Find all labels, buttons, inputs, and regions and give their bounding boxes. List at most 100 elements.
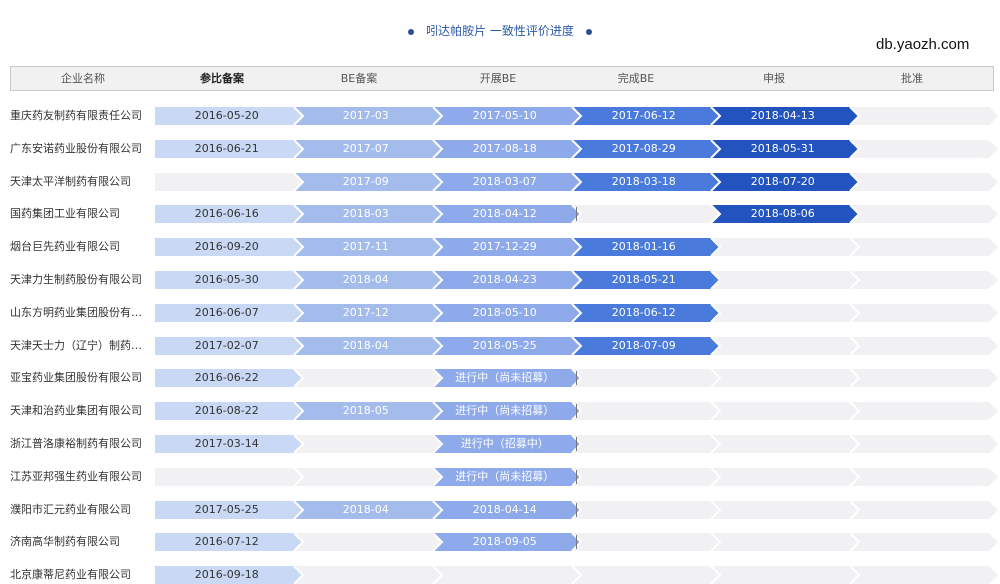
stage-arrow-shape [850, 533, 998, 552]
stage-arrow-shape [850, 303, 998, 322]
stage-segment: 2018-05 [293, 401, 442, 421]
header-cell: 开展BE [479, 72, 517, 85]
stage-segment [849, 532, 998, 553]
stage-date-label: 进行中（尚未招募） [455, 469, 555, 483]
stage-segment [571, 204, 720, 225]
stage-date-label: 2018-04 [342, 338, 389, 352]
stage-arrow-shape [850, 467, 998, 486]
stage-arrow [710, 401, 859, 421]
stage-date-label: 2017-09 [342, 174, 389, 188]
stage-arrow-shape [572, 533, 720, 552]
stage-segment: 2017-08-29 [571, 139, 720, 159]
stage-segment [571, 532, 720, 553]
company-name: 山东方明药业集团股份有… [10, 305, 142, 319]
stage-segment [571, 467, 720, 487]
stage-arrow [849, 335, 998, 356]
table-row: 天津天士力（辽宁）制药… 2017-02-07 2018-04 2018-05-25 2… [0, 335, 1000, 356]
stage-arrow [849, 434, 998, 454]
stage-segment [849, 106, 998, 126]
stage-arrow-shape [850, 238, 998, 257]
stage-segment: 2018-07-09 [571, 335, 720, 356]
stage-arrow [849, 270, 998, 290]
stage-arrow-shape [294, 533, 442, 552]
stage-arrow [155, 172, 303, 191]
company-name: 重庆药友制药有限责任公司 [10, 109, 142, 122]
stage-segment: 2018-04 [293, 499, 442, 520]
table-row: 烟台巨先药业有限公司 2016-09-20 2017-11 2017-12-29 201… [0, 237, 1000, 257]
stage-date-label: 2016-05-20 [194, 109, 259, 122]
stage-arrow-shape [711, 303, 859, 322]
stage-arrow-shape [850, 500, 998, 519]
stage-arrow [571, 565, 720, 584]
stage-segment: 2016-05-20 [155, 107, 303, 125]
stage-segment: 2016-09-18 [155, 566, 303, 584]
table-row: 濮阳市汇元药业有限公司 2017-05-25 2018-04 2018-04-14 [0, 499, 1000, 520]
stage-arrow [849, 565, 998, 584]
stage-date-label: 2016-06-16 [194, 207, 259, 221]
stage-date-label: 2018-07-20 [750, 174, 815, 188]
company-name: 广东安诺药业股份有限公司 [10, 141, 142, 155]
stage-segment: 2018-03-18 [571, 171, 720, 192]
stage-segment: 2018-04-12 [432, 204, 581, 225]
stage-arrow [849, 303, 998, 323]
stage-date-label: 2018-04-12 [472, 207, 537, 221]
stage-date-label: 2018-06-12 [611, 305, 676, 319]
stage-segment [849, 335, 998, 356]
stage-segment: 2016-06-22 [155, 369, 303, 388]
stage-segment: 2018-01-16 [571, 237, 720, 257]
stage-segment [849, 368, 998, 389]
stage-segment [849, 237, 998, 257]
stage-arrow-shape [572, 467, 720, 486]
stage-segment: 2018-06-12 [571, 303, 720, 323]
stage-date-label: 2018-04-23 [472, 273, 537, 286]
stage-arrow [710, 434, 859, 454]
header-cell: 企业名称 [61, 72, 105, 85]
stage-arrow-shape [711, 435, 859, 453]
table-row: 天津太平洋制药有限公司 2017-09 2018-03-07 2018-03-18 20… [0, 171, 1000, 192]
stage-date-label: 2018-03 [342, 207, 389, 221]
stage-segment [710, 303, 859, 323]
stage-segment [293, 434, 442, 454]
table-row: 重庆药友制药有限责任公司 2016-05-20 2017-03 2017-05-10 2… [0, 106, 1000, 126]
stage-date-label: 2017-11 [342, 240, 389, 254]
stage-segment: 2017-03-14 [155, 435, 303, 453]
stage-segment [849, 565, 998, 584]
stage-date-label: 2016-09-18 [194, 568, 259, 582]
table-row: 天津力生制药股份有限公司 2016-05-30 2018-04 2018-04-23 2… [0, 270, 1000, 290]
progress-marker [576, 502, 577, 517]
stage-date-label: 2017-07 [342, 141, 389, 155]
stage-segment: 2018-08-06 [710, 204, 859, 225]
stage-arrow [710, 270, 859, 290]
stage-segment [293, 467, 442, 487]
stage-segment [571, 499, 720, 520]
table-row: 山东方明药业集团股份有… 2016-06-07 2017-12 2018-05-10 2… [0, 303, 1000, 323]
stage-arrow-shape [572, 500, 720, 519]
stage-arrow-shape [850, 369, 998, 388]
stage-date-label: 2018-04-13 [750, 109, 815, 122]
header-cell: BE备案 [340, 72, 378, 85]
bullet-dot-left [408, 28, 415, 35]
stage-segment: 2017-09 [293, 171, 442, 192]
stage-date-label: 进行中（尚未招募） [455, 404, 555, 418]
stage-segment [710, 434, 859, 454]
company-name: 天津太平洋制药有限公司 [10, 174, 131, 188]
stage-arrow-shape [850, 336, 998, 355]
stage-arrow-shape [711, 369, 859, 388]
stage-segment: 进行中（招募中） [432, 434, 581, 454]
stage-segment: 2018-09-05 [432, 532, 581, 553]
stage-arrow-shape [850, 435, 998, 453]
stage-date-label: 2016-08-22 [194, 404, 259, 418]
stage-arrow [710, 565, 859, 584]
stage-segment: 2016-06-21 [155, 139, 303, 158]
stage-segment: 2018-05-25 [432, 335, 581, 356]
header-cell: 完成BE [617, 72, 655, 85]
stage-segment: 2018-04-14 [432, 499, 581, 520]
stage-date-label: 2018-05-25 [472, 338, 537, 352]
progress-marker [576, 371, 577, 386]
stage-arrow [571, 467, 720, 487]
stage-arrow-shape [572, 369, 720, 388]
stage-segment [849, 204, 998, 225]
stage-segment [155, 467, 303, 486]
stage-arrow-shape [711, 467, 859, 486]
stage-arrow-shape [572, 402, 720, 421]
